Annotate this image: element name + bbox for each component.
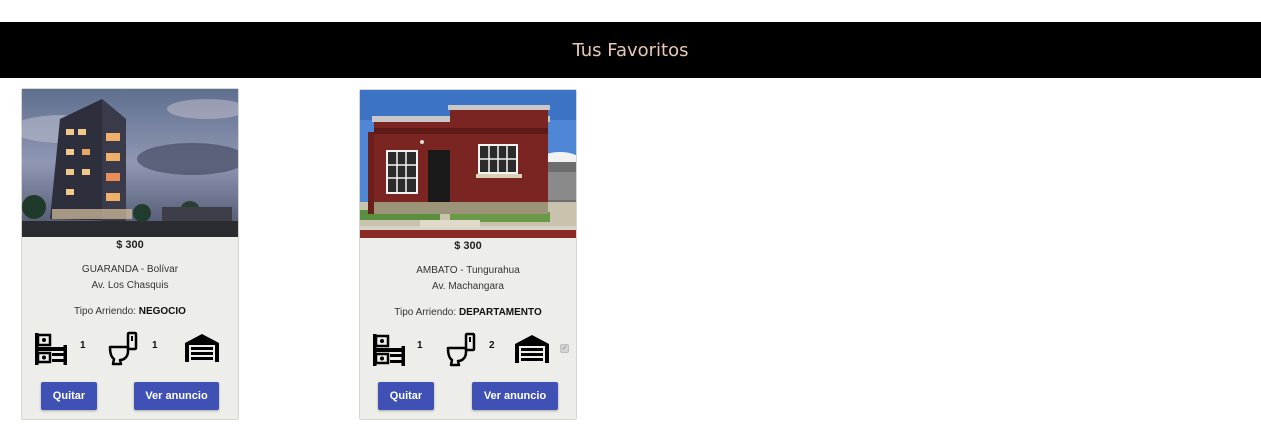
listing-type-value: DEPARTAMENTO xyxy=(458,307,542,318)
garage-checkbox[interactable]: ✓ xyxy=(560,344,569,353)
listing-card: $ 300 AMBATO - Tungurahua Av. Machangara… xyxy=(359,89,577,420)
listing-city: GUARANDA - Bolívar xyxy=(81,264,179,275)
listing-type-value: NEGOCIO xyxy=(138,306,186,317)
bed-icon xyxy=(35,333,67,365)
listing-price: $ 300 xyxy=(116,239,144,251)
listing-price: $ 300 xyxy=(454,240,482,252)
view-listing-button[interactable]: Ver anuncio xyxy=(472,382,558,410)
listing-type: Tipo Arriendo: DEPARTAMENTO xyxy=(360,307,576,318)
listing-street: Av. Los Chasquis xyxy=(91,280,169,291)
remove-button[interactable]: Quitar xyxy=(378,382,434,410)
garage-icon xyxy=(185,334,219,362)
garage-icon xyxy=(515,335,549,363)
listing-type-label: Tipo Arriendo: xyxy=(394,307,457,318)
listing-photo[interactable] xyxy=(360,90,576,238)
bedroom-count: 1 xyxy=(417,340,423,351)
listing-features: 1 1 xyxy=(32,329,232,369)
page-header: Tus Favoritos xyxy=(0,22,1261,78)
page-title: Tus Favoritos xyxy=(572,39,689,61)
listing-features: 1 2 ✓ xyxy=(370,330,570,370)
listing-type: Tipo Arriendo: NEGOCIO xyxy=(22,306,238,317)
bathroom-count: 1 xyxy=(152,340,158,351)
remove-button[interactable]: Quitar xyxy=(41,382,97,410)
listing-card: $ 300 GUARANDA - Bolívar Av. Los Chasqui… xyxy=(21,88,239,420)
view-listing-button[interactable]: Ver anuncio xyxy=(134,382,219,410)
listing-street: Av. Machangara xyxy=(432,281,504,292)
listing-photo[interactable] xyxy=(22,89,238,237)
toilet-icon xyxy=(108,331,138,366)
bathroom-count: 2 xyxy=(489,340,495,351)
listing-city: AMBATO - Tungurahua xyxy=(416,265,520,276)
bed-icon xyxy=(373,334,405,366)
listing-type-label: Tipo Arriendo: xyxy=(74,306,136,317)
bedroom-count: 1 xyxy=(80,340,86,351)
toilet-icon xyxy=(446,332,476,367)
